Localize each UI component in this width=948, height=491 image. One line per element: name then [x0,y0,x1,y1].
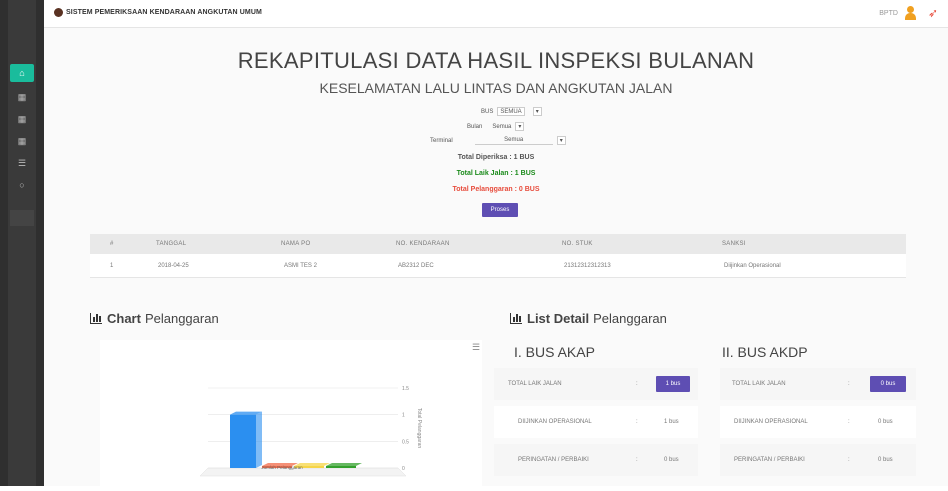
akap-row-laik-jalan: TOTAL LAIK JALAN : 1 bus [494,368,698,400]
akdp-row-laik-jalan: TOTAL LAIK JALAN : 0 bus [720,368,916,400]
hamburger-icon[interactable]: ☰ [472,342,480,353]
akap-laik-jalan-badge[interactable]: 1 bus [656,376,690,392]
y-tick-label: 1 [402,413,405,419]
logo-icon [54,8,63,17]
page-subtitle: KESELAMATAN LALU LINTAS DAN ANGKUTAN JAL… [319,80,673,96]
app-brand[interactable]: SISTEM PEMERIKSAAN KENDARAAN ANGKUTAN UM… [54,8,262,17]
col-tanggal: TANGGAL [156,241,187,247]
col-no-stuk: NO. STUK [562,241,593,247]
x-category-label: Jumlah Pelanggaran [261,465,303,470]
user-menu[interactable]: BPTD ➶ [879,6,938,20]
brand-label: SISTEM PEMERIKSAAN KENDARAAN ANGKUTAN UM… [66,9,262,16]
col-sanksi: SANKSI [722,241,746,247]
chart-section-title: Chart Pelanggaran [90,311,219,326]
bus-select-arrow[interactable]: ▾ [532,107,542,116]
list-section-title: List Detail Pelanggaran [510,311,667,326]
bar [230,414,256,468]
bar-chart-icon [90,313,102,324]
bar-top [326,463,362,466]
bus-select[interactable]: SEMUA [497,107,525,116]
filter-terminal: Terminal Semua ▾ [430,136,566,145]
terminal-select-arrow[interactable]: ▾ [556,136,566,145]
col-number: # [110,241,114,247]
cell-tanggal: 2018-04-25 [158,262,189,269]
filter-terminal-label: Terminal [430,137,453,144]
inspection-table: # TANGGAL NAMA PO NO. KENDARAAN NO. STUK… [90,234,906,278]
total-pelanggaran: Total Pelanggaran : 0 BUS [452,186,540,193]
grid-icon[interactable]: ▦ [10,110,34,128]
circle-icon[interactable]: ○ [10,176,34,194]
bar-side [256,411,262,468]
y-tick-label: 1.5 [402,386,409,392]
cell-no-stuk: 21312312312313 [564,262,611,269]
grid-icon[interactable]: ▦ [10,88,34,106]
filter-bulan-label: Bulan [467,123,483,130]
terminal-select[interactable]: Semua [474,136,553,145]
col-no-kendaraan: NO. KENDARAAN [396,241,450,247]
main-content: REKAPITULASI DATA HASIL INSPEKSI BULANAN… [44,28,948,486]
y-tick-label: 0 [402,466,405,472]
rocket-icon[interactable]: ➶ [928,6,938,20]
list-icon[interactable]: ☰ [10,154,34,172]
home-icon[interactable]: ⌂ [10,64,34,82]
akap-row-peringatan: PERINGATAN / PERBAIKI : 0 bus [494,444,698,476]
chart-floor [199,467,407,477]
filter-bus-label: BUS [481,108,494,115]
grid-icon[interactable]: ▦ [10,132,34,150]
cell-sanksi: Diijinkan Operasional [724,262,781,269]
bulan-select-arrow[interactable]: ▾ [515,122,525,131]
akdp-row-diijinkan: DIIJINKAN OPERASIONAL : 0 bus [720,406,916,438]
filter-bulan: Bulan Semua ▾ [467,122,525,131]
akap-title: I. BUS AKAP [514,344,595,360]
user-name: BPTD [879,9,898,17]
chart-panel: 1.5 1 0.5 0 Total Pelanggaran Jumlah Pelangga… [100,340,482,486]
akdp-laik-jalan-badge[interactable]: 0 bus [870,376,906,392]
cell-nama-po: ASMI TES 2 [284,262,317,269]
cell-number: 1 [110,262,114,269]
page-title: REKAPITULASI DATA HASIL INSPEKSI BULANAN [237,48,755,73]
akdp-row-peringatan: PERINGATAN / PERBAIKI : 0 bus [720,444,916,476]
total-laik-jalan: Total Laik Jalan : 1 BUS [456,170,536,177]
chart-svg: 1.5 1 0.5 0 Total Pelanggaran Jumlah Pelangga… [199,386,422,477]
table-header: # TANGGAL NAMA PO NO. KENDARAAN NO. STUK… [90,234,906,254]
bulan-select[interactable]: Semua [490,122,513,131]
bar-chart-icon [510,313,522,324]
proses-button[interactable]: Proses [482,203,518,217]
top-navbar: SISTEM PEMERIKSAAN KENDARAAN ANGKUTAN UM… [44,0,948,28]
y-axis-label: Total Pelanggaran [416,408,422,449]
cell-no-kendaraan: AB2312 DEC [398,262,434,269]
filter-bus: BUS SEMUA ▾ [481,107,542,116]
sidebar-toggle[interactable] [10,210,34,226]
y-tick-label: 0.5 [402,439,409,445]
col-nama-po: NAMA PO [281,241,311,247]
sidebar: ⌂ ▦ ▦ ▦ ☰ ○ [0,0,44,486]
akdp-title: II. BUS AKDP [722,344,808,360]
bar [326,466,356,468]
total-diperiksa: Total Diperiksa : 1 BUS [457,154,535,161]
akap-row-diijinkan: DIIJINKAN OPERASIONAL : 1 bus [494,406,698,438]
user-avatar-icon[interactable] [904,6,916,20]
table-row[interactable]: 1 2018-04-25 ASMI TES 2 AB2312 DEC 21312… [90,254,906,278]
